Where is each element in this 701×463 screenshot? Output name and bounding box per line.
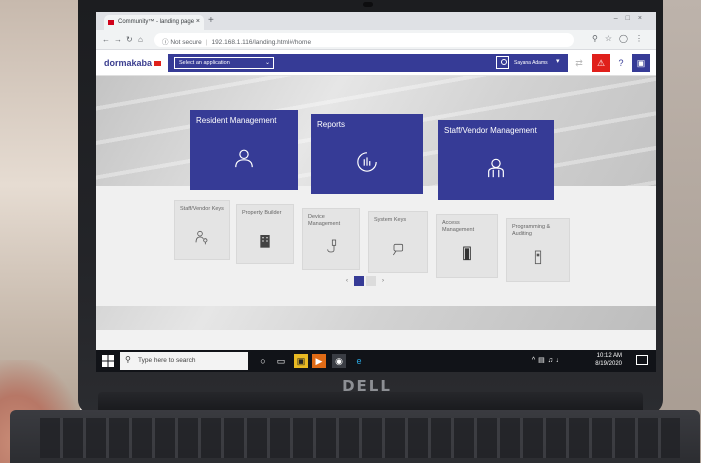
security-label: Not secure [170, 39, 202, 46]
tile-reports[interactable]: Reports [311, 114, 423, 194]
key-person-icon [195, 230, 208, 245]
webcam [363, 2, 373, 7]
tile-label: Property Builder [242, 210, 282, 216]
lock-icon[interactable]: ▣ [632, 54, 650, 72]
app-navbar: Select an application ⌄ Sayana Adams ▾ [168, 54, 568, 72]
app-header: dormakaba Select an application ⌄ Sayana… [96, 50, 656, 76]
tile-label: System Keys [374, 217, 407, 223]
favicon-icon [108, 20, 114, 25]
tile-resident-management[interactable]: Resident Management [190, 110, 298, 190]
application-select-value: Select an application [179, 60, 230, 66]
window-controls[interactable]: –□× [614, 15, 650, 22]
task-view-icon[interactable]: ▭ [274, 354, 288, 368]
tile-label: Staff/Vendor Keys [180, 206, 224, 212]
brand-flag-icon [154, 61, 162, 67]
tile-staff-vendor-management[interactable]: Staff/Vendor Management [438, 120, 554, 200]
main-content: Resident Management Reports Staff/Vendor… [96, 76, 656, 330]
media-player-icon[interactable]: ▶ [312, 354, 326, 368]
reload-icon[interactable]: ↻ [126, 35, 133, 44]
edge-icon[interactable]: e [352, 354, 366, 368]
clock-date: 8/19/2020 [595, 361, 622, 367]
tile-label: Reports [317, 120, 346, 129]
cart-icon[interactable]: ⇄ [570, 54, 588, 72]
notification-icon[interactable] [636, 355, 648, 365]
tile-system-keys[interactable]: System Keys [368, 211, 428, 273]
clock-time: 10:12 AM [596, 353, 622, 359]
help-icon[interactable]: ? [612, 54, 630, 72]
toolbar-actions[interactable]: ⚲☆◯⋮ [592, 34, 650, 43]
door-icon [463, 246, 471, 261]
brand-name: dormakaba [104, 58, 153, 68]
application-select[interactable]: Select an application ⌄ [174, 57, 274, 69]
address-bar[interactable]: ⓘ Not secure | 192.168.1.116/landing.html#… [154, 33, 574, 47]
system-key-icon [393, 244, 404, 256]
page-indicator-active[interactable] [354, 276, 364, 286]
brand-logo[interactable]: dormakaba [104, 58, 162, 68]
tile-label: Programming & Auditing [512, 224, 551, 237]
next-page-icon[interactable]: › [378, 276, 388, 286]
home-icon[interactable]: ⌂ [138, 35, 143, 44]
laptop-keyboard [10, 410, 700, 463]
close-tab-icon[interactable]: × [196, 18, 200, 25]
url-text: 192.168.1.116/landing.html#/home [211, 39, 312, 46]
tile-label: Staff/Vendor Management [444, 126, 537, 135]
info-icon[interactable]: ⓘ [162, 39, 169, 46]
tile-staff-vendor-keys[interactable]: Staff/Vendor Keys [174, 200, 230, 260]
alert-bell-icon[interactable]: ⚠ [592, 54, 610, 72]
lock-device-icon [534, 251, 542, 265]
tab-title: Community™ - landing page [118, 19, 195, 25]
chevron-down-icon: ⌄ [264, 60, 270, 66]
report-chart-icon [357, 152, 377, 172]
pager: ‹ › [342, 276, 386, 286]
windows-start-icon[interactable] [102, 355, 114, 367]
cortana-icon[interactable]: ○ [256, 354, 270, 368]
user-menu-chevron-icon[interactable]: ▾ [556, 57, 560, 65]
tile-access-management[interactable]: Access Management [436, 214, 498, 278]
tile-property-builder[interactable]: Property Builder [236, 204, 294, 264]
tile-label: Device Management [308, 214, 341, 227]
person-icon [235, 149, 253, 168]
tile-label: Resident Management [196, 116, 277, 125]
screen: Community™ - landing page × + –□× ← → ↻ … [96, 12, 656, 372]
tile-programming-auditing[interactable]: Programming & Auditing [506, 218, 570, 282]
chrome-icon[interactable]: ◉ [332, 354, 346, 368]
new-tab-button[interactable]: + [208, 15, 214, 26]
windows-taskbar: ⚲ Type here to search ○ ▭ ▣ ▶ ◉ e ^▤♫♩ 1… [96, 350, 656, 372]
back-icon[interactable]: ← [102, 35, 110, 44]
device-icon [327, 239, 337, 253]
browser-toolbar: ← → ↻ ⌂ ⓘ Not secure | 192.168.1.116/landi… [96, 30, 656, 50]
browser-tabbar: Community™ - landing page × + –□× [96, 12, 656, 30]
file-explorer-icon[interactable]: ▣ [294, 354, 308, 368]
keys [40, 418, 680, 458]
forward-icon[interactable]: → [114, 35, 122, 44]
system-tray-icons[interactable]: ^▤♫♩ [532, 356, 566, 364]
tile-label: Access Management [442, 220, 475, 233]
user-name[interactable]: Sayana Adams [514, 60, 548, 66]
search-icon: ⚲ [125, 355, 131, 364]
tile-device-management[interactable]: Device Management [302, 208, 360, 270]
user-avatar-icon[interactable] [496, 56, 509, 69]
building-icon [260, 234, 270, 248]
taskbar-search-placeholder: Type here to search [138, 357, 196, 364]
staff-icon [488, 158, 504, 178]
page-indicator[interactable] [366, 276, 376, 286]
browser-tab[interactable]: Community™ - landing page × [104, 15, 204, 30]
taskbar-search-input[interactable]: ⚲ Type here to search [120, 352, 248, 370]
clock[interactable]: 10:12 AM 8/19/2020 [595, 352, 622, 368]
prev-page-icon[interactable]: ‹ [342, 276, 352, 286]
